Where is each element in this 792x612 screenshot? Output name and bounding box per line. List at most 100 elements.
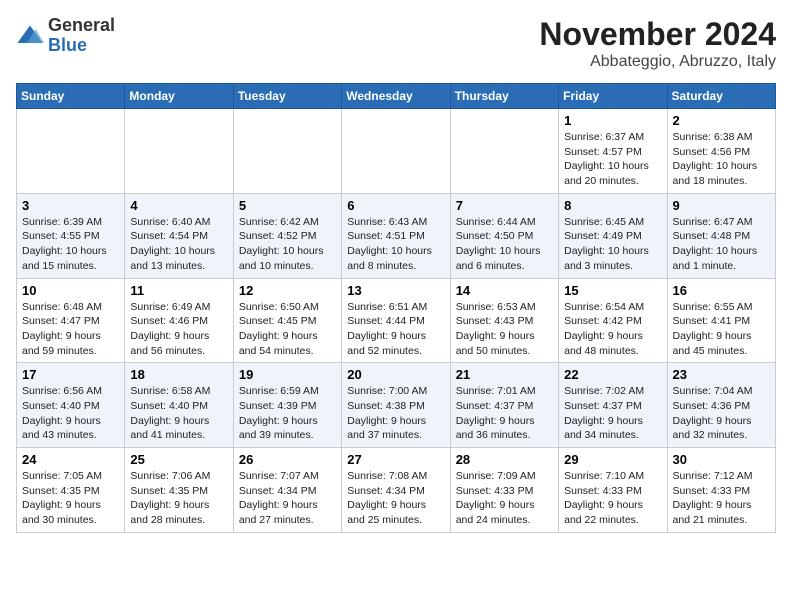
day-number: 4	[130, 198, 227, 213]
day-info: Sunrise: 6:48 AM Sunset: 4:47 PM Dayligh…	[22, 300, 119, 359]
day-number: 27	[347, 452, 444, 467]
calendar-week-row: 3 Sunrise: 6:39 AM Sunset: 4:55 PM Daylig…	[17, 193, 776, 278]
day-info: Sunrise: 7:06 AM Sunset: 4:35 PM Dayligh…	[130, 469, 227, 528]
day-number: 3	[22, 198, 119, 213]
day-info: Sunrise: 6:45 AM Sunset: 4:49 PM Dayligh…	[564, 215, 661, 274]
calendar-cell: 10Sunrise: 6:48 AM Sunset: 4:47 PM Dayli…	[17, 278, 125, 363]
day-number: 25	[130, 452, 227, 467]
calendar-cell: 26 Sunrise: 7:07 AM Sunset: 4:34 PM Dayli…	[233, 448, 341, 533]
calendar-cell: 18 Sunrise: 6:58 AM Sunset: 4:40 PM Dayli…	[125, 363, 233, 448]
day-info: Sunrise: 6:49 AM Sunset: 4:46 PM Dayligh…	[130, 300, 227, 359]
calendar-cell: 4 Sunrise: 6:40 AM Sunset: 4:54 PM Daylig…	[125, 193, 233, 278]
calendar-body: 1 Sunrise: 6:37 AM Sunset: 4:57 PM Daylig…	[17, 109, 776, 533]
calendar-cell: 29 Sunrise: 7:10 AM Sunset: 4:33 PM Dayli…	[559, 448, 667, 533]
calendar-cell	[342, 109, 450, 194]
day-number: 16	[673, 283, 770, 298]
day-number: 7	[456, 198, 553, 213]
day-info: Sunrise: 6:51 AM Sunset: 4:44 PM Dayligh…	[347, 300, 444, 359]
day-number: 19	[239, 367, 336, 382]
day-number: 15	[564, 283, 661, 298]
calendar-week-row: 10Sunrise: 6:48 AM Sunset: 4:47 PM Dayli…	[17, 278, 776, 363]
day-number: 30	[673, 452, 770, 467]
day-info: Sunrise: 6:43 AM Sunset: 4:51 PM Dayligh…	[347, 215, 444, 274]
day-number: 29	[564, 452, 661, 467]
day-info: Sunrise: 6:38 AM Sunset: 4:56 PM Dayligh…	[673, 130, 770, 189]
day-info: Sunrise: 6:40 AM Sunset: 4:54 PM Dayligh…	[130, 215, 227, 274]
header-day: Tuesday	[233, 84, 341, 109]
calendar-week-row: 1 Sunrise: 6:37 AM Sunset: 4:57 PM Daylig…	[17, 109, 776, 194]
title-block: November 2024 Abbateggio, Abruzzo, Italy	[539, 16, 776, 71]
day-info: Sunrise: 6:59 AM Sunset: 4:39 PM Dayligh…	[239, 384, 336, 443]
calendar-week-row: 24 Sunrise: 7:05 AM Sunset: 4:35 PM Dayli…	[17, 448, 776, 533]
day-info: Sunrise: 6:42 AM Sunset: 4:52 PM Dayligh…	[239, 215, 336, 274]
day-info: Sunrise: 7:02 AM Sunset: 4:37 PM Dayligh…	[564, 384, 661, 443]
day-info: Sunrise: 7:00 AM Sunset: 4:38 PM Dayligh…	[347, 384, 444, 443]
calendar-cell: 20 Sunrise: 7:00 AM Sunset: 4:38 PM Dayli…	[342, 363, 450, 448]
day-info: Sunrise: 7:05 AM Sunset: 4:35 PM Dayligh…	[22, 469, 119, 528]
day-info: Sunrise: 7:10 AM Sunset: 4:33 PM Dayligh…	[564, 469, 661, 528]
calendar-cell: 7Sunrise: 6:44 AM Sunset: 4:50 PM Daylig…	[450, 193, 558, 278]
calendar-week-row: 17 Sunrise: 6:56 AM Sunset: 4:40 PM Dayli…	[17, 363, 776, 448]
day-info: Sunrise: 6:39 AM Sunset: 4:55 PM Dayligh…	[22, 215, 119, 274]
day-info: Sunrise: 6:55 AM Sunset: 4:41 PM Dayligh…	[673, 300, 770, 359]
day-info: Sunrise: 6:37 AM Sunset: 4:57 PM Dayligh…	[564, 130, 661, 189]
month-title: November 2024	[539, 16, 776, 53]
location-subtitle: Abbateggio, Abruzzo, Italy	[539, 53, 776, 71]
day-number: 17	[22, 367, 119, 382]
header-day: Friday	[559, 84, 667, 109]
header-day: Sunday	[17, 84, 125, 109]
day-number: 18	[130, 367, 227, 382]
day-number: 20	[347, 367, 444, 382]
day-info: Sunrise: 7:12 AM Sunset: 4:33 PM Dayligh…	[673, 469, 770, 528]
logo-general-text: General	[48, 15, 115, 35]
day-info: Sunrise: 6:53 AM Sunset: 4:43 PM Dayligh…	[456, 300, 553, 359]
calendar-cell: 9Sunrise: 6:47 AM Sunset: 4:48 PM Daylig…	[667, 193, 775, 278]
calendar-cell: 12 Sunrise: 6:50 AM Sunset: 4:45 PM Dayli…	[233, 278, 341, 363]
calendar-cell	[450, 109, 558, 194]
day-number: 14	[456, 283, 553, 298]
calendar-cell	[17, 109, 125, 194]
day-info: Sunrise: 6:58 AM Sunset: 4:40 PM Dayligh…	[130, 384, 227, 443]
day-info: Sunrise: 7:07 AM Sunset: 4:34 PM Dayligh…	[239, 469, 336, 528]
day-number: 24	[22, 452, 119, 467]
day-number: 5	[239, 198, 336, 213]
day-number: 2	[673, 113, 770, 128]
day-number: 28	[456, 452, 553, 467]
calendar-cell: 5 Sunrise: 6:42 AM Sunset: 4:52 PM Daylig…	[233, 193, 341, 278]
calendar-cell: 15Sunrise: 6:54 AM Sunset: 4:42 PM Dayli…	[559, 278, 667, 363]
calendar-cell: 8Sunrise: 6:45 AM Sunset: 4:49 PM Daylig…	[559, 193, 667, 278]
calendar-cell: 23Sunrise: 7:04 AM Sunset: 4:36 PM Dayli…	[667, 363, 775, 448]
calendar-cell: 17 Sunrise: 6:56 AM Sunset: 4:40 PM Dayli…	[17, 363, 125, 448]
calendar-cell: 30 Sunrise: 7:12 AM Sunset: 4:33 PM Dayli…	[667, 448, 775, 533]
day-info: Sunrise: 7:09 AM Sunset: 4:33 PM Dayligh…	[456, 469, 553, 528]
calendar-cell: 19 Sunrise: 6:59 AM Sunset: 4:39 PM Dayli…	[233, 363, 341, 448]
calendar-cell: 1 Sunrise: 6:37 AM Sunset: 4:57 PM Daylig…	[559, 109, 667, 194]
calendar-cell: 24 Sunrise: 7:05 AM Sunset: 4:35 PM Dayli…	[17, 448, 125, 533]
day-info: Sunrise: 6:50 AM Sunset: 4:45 PM Dayligh…	[239, 300, 336, 359]
day-number: 6	[347, 198, 444, 213]
day-number: 1	[564, 113, 661, 128]
header-day: Saturday	[667, 84, 775, 109]
day-number: 11	[130, 283, 227, 298]
page-header: General Blue November 2024 Abbateggio, A…	[16, 16, 776, 71]
day-info: Sunrise: 6:47 AM Sunset: 4:48 PM Dayligh…	[673, 215, 770, 274]
calendar-cell: 2 Sunrise: 6:38 AM Sunset: 4:56 PM Daylig…	[667, 109, 775, 194]
day-info: Sunrise: 7:08 AM Sunset: 4:34 PM Dayligh…	[347, 469, 444, 528]
header-day: Wednesday	[342, 84, 450, 109]
calendar-header: SundayMondayTuesdayWednesdayThursdayFrid…	[17, 84, 776, 109]
calendar-cell: 16 Sunrise: 6:55 AM Sunset: 4:41 PM Dayli…	[667, 278, 775, 363]
calendar-table: SundayMondayTuesdayWednesdayThursdayFrid…	[16, 83, 776, 533]
day-info: Sunrise: 7:04 AM Sunset: 4:36 PM Dayligh…	[673, 384, 770, 443]
day-number: 13	[347, 283, 444, 298]
calendar-cell: 28 Sunrise: 7:09 AM Sunset: 4:33 PM Dayli…	[450, 448, 558, 533]
day-number: 26	[239, 452, 336, 467]
header-day: Thursday	[450, 84, 558, 109]
calendar-cell: 27 Sunrise: 7:08 AM Sunset: 4:34 PM Dayli…	[342, 448, 450, 533]
calendar-cell	[125, 109, 233, 194]
calendar-cell: 21Sunrise: 7:01 AM Sunset: 4:37 PM Dayli…	[450, 363, 558, 448]
day-number: 12	[239, 283, 336, 298]
day-number: 21	[456, 367, 553, 382]
calendar-cell	[233, 109, 341, 194]
header-row: SundayMondayTuesdayWednesdayThursdayFrid…	[17, 84, 776, 109]
day-info: Sunrise: 6:56 AM Sunset: 4:40 PM Dayligh…	[22, 384, 119, 443]
